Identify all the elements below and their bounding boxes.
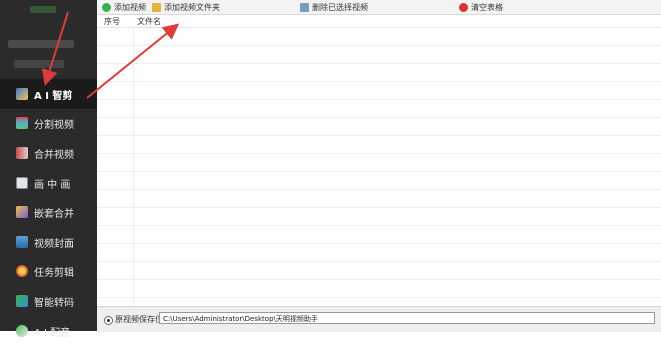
table-row xyxy=(97,99,661,100)
sidebar-item-label: 视频封面 xyxy=(34,238,74,250)
sidebar-item-label: 智能转码 xyxy=(34,297,74,309)
dubbing-icon xyxy=(16,325,28,337)
clear-list-label: 清空表格 xyxy=(471,2,503,12)
split-icon xyxy=(16,117,28,129)
add-folder-label: 添加视频文件夹 xyxy=(164,2,220,12)
sidebar-item-cover[interactable]: 视频封面 xyxy=(0,227,97,257)
delete-selected-label: 删除已选择视频 xyxy=(312,2,368,12)
clear-list-button[interactable]: 清空表格 xyxy=(459,1,503,13)
delete-icon xyxy=(300,2,309,12)
add-folder-button[interactable]: 添加视频文件夹 xyxy=(152,1,220,13)
sidebar-item-transcode[interactable]: 智能转码 xyxy=(0,286,97,316)
column-filename[interactable]: 文件名 xyxy=(137,16,161,27)
add-video-button[interactable]: 添加视频 xyxy=(102,1,146,13)
sidebar-item-label: 分割视频 xyxy=(34,119,74,131)
table-row xyxy=(97,81,661,82)
column-divider xyxy=(133,27,134,306)
save-location-label: 原视频保存位 xyxy=(115,315,163,324)
sidebar-item-label: 画 中 画 xyxy=(34,179,71,191)
account-blur xyxy=(8,40,74,48)
table-row xyxy=(97,117,661,118)
table-row xyxy=(97,279,661,280)
sidebar-item-task-clip[interactable]: 任务剪辑 xyxy=(0,256,97,286)
transcode-icon xyxy=(16,295,28,307)
sidebar-item-label: 合并视频 xyxy=(34,149,74,161)
table-row xyxy=(97,189,661,190)
table-header: 序号 文件名 xyxy=(97,15,661,28)
sidebar-item-merge[interactable]: 合并视频 xyxy=(0,138,97,168)
table-row xyxy=(97,297,661,298)
clear-icon xyxy=(459,2,468,12)
sidebar-item-ai-clip[interactable]: A I 智剪 xyxy=(0,79,97,109)
sidebar-item-label: A I 智剪 xyxy=(34,90,73,102)
add-video-label: 添加视频 xyxy=(114,2,146,12)
table-row xyxy=(97,207,661,208)
column-index[interactable]: 序号 xyxy=(104,16,120,27)
sidebar: A I 智剪 分割视频 合并视频 画 中 画 嵌套合并 视频封面 任务剪辑 智能… xyxy=(0,0,97,339)
save-location-bar: 原视频保存位 C:\Users\Administrator\Desktop\天明… xyxy=(97,306,661,332)
task-clip-icon xyxy=(16,265,28,277)
nest-merge-icon xyxy=(16,206,28,218)
sidebar-item-label: A I 配音 xyxy=(34,327,71,339)
scissors-icon xyxy=(16,88,28,100)
save-location-radio[interactable] xyxy=(104,316,113,325)
table-row xyxy=(97,45,661,46)
sidebar-item-dubbing[interactable]: A I 配音 xyxy=(0,316,97,346)
table-row xyxy=(97,243,661,244)
table-row xyxy=(97,261,661,262)
table-row xyxy=(97,153,661,154)
toolbar: 添加视频 添加视频文件夹 删除已选择视频 清空表格 xyxy=(97,0,661,15)
logo-blur xyxy=(30,6,56,13)
table-row xyxy=(97,171,661,172)
cover-icon xyxy=(16,236,28,248)
picture-in-picture-icon xyxy=(16,177,28,189)
save-path-field[interactable]: C:\Users\Administrator\Desktop\天明视频助手 xyxy=(159,312,655,324)
sidebar-item-label: 任务剪辑 xyxy=(34,267,74,279)
table-row xyxy=(97,135,661,136)
file-table[interactable]: 序号 文件名 xyxy=(97,15,661,306)
sidebar-item-pip[interactable]: 画 中 画 xyxy=(0,168,97,198)
sidebar-item-nest-merge[interactable]: 嵌套合并 xyxy=(0,197,97,227)
sidebar-item-label: 嵌套合并 xyxy=(34,208,74,220)
delete-selected-button[interactable]: 删除已选择视频 xyxy=(300,1,368,13)
table-row xyxy=(97,63,661,64)
account-info-blur xyxy=(14,60,64,68)
sidebar-item-split[interactable]: 分割视频 xyxy=(0,108,97,138)
folder-icon xyxy=(152,2,161,12)
add-icon xyxy=(102,2,111,12)
merge-icon xyxy=(16,147,28,159)
table-row xyxy=(97,225,661,226)
